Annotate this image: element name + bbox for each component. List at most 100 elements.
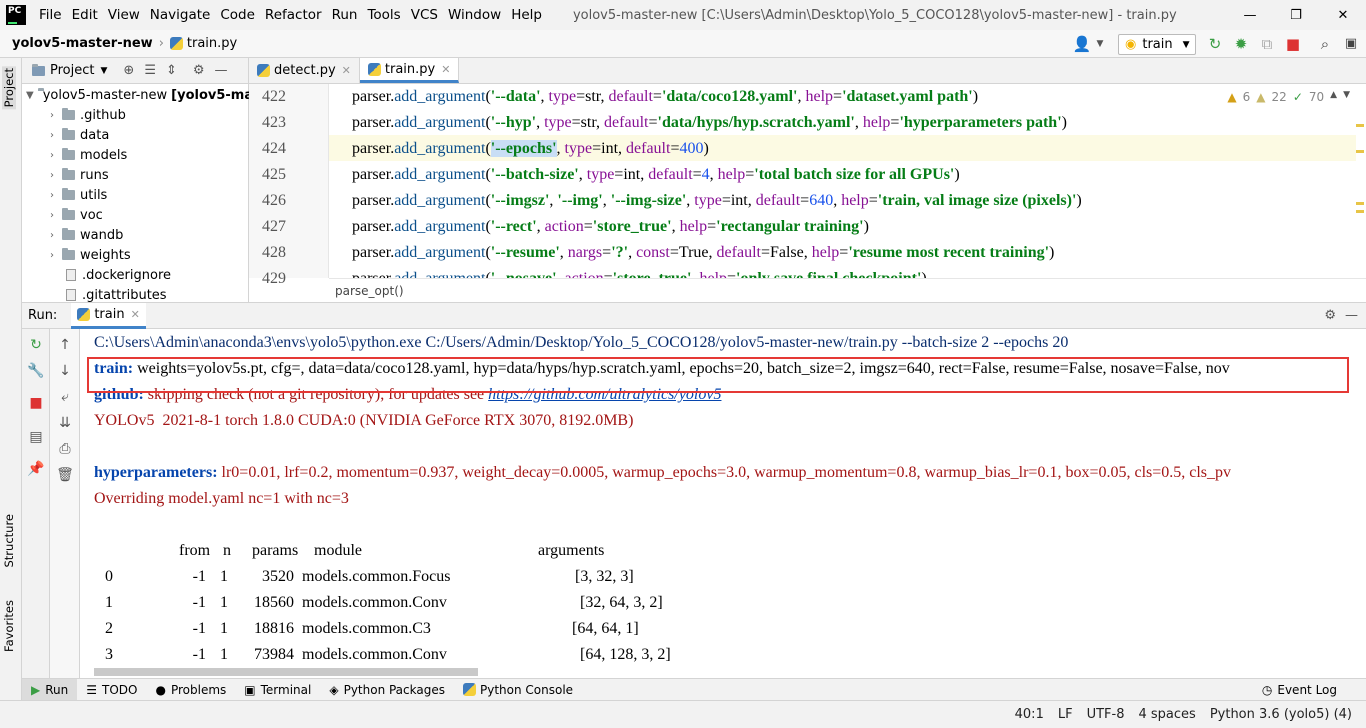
- scroll-to-end-icon[interactable]: ⇊: [50, 415, 80, 431]
- tree-item-voc[interactable]: › voc: [22, 205, 248, 225]
- menu-vcs[interactable]: VCS: [406, 0, 443, 30]
- tab-event-log[interactable]: ◷ Event Log: [1253, 679, 1346, 701]
- menu-view[interactable]: View: [103, 0, 145, 30]
- tree-item-weights[interactable]: › weights: [22, 245, 248, 265]
- line-number[interactable]: 425: [249, 166, 299, 184]
- minimize-icon[interactable]: —: [1227, 0, 1273, 30]
- close-icon[interactable]: ✕: [131, 308, 140, 321]
- trash-icon[interactable]: 🗑: [50, 467, 80, 483]
- code-line[interactable]: parser.add_argument('--rect', action='st…: [352, 218, 869, 236]
- tree-item-dockerignore[interactable]: .dockerignore: [22, 265, 248, 285]
- tree-item-models[interactable]: › models: [22, 145, 248, 165]
- rerun-icon[interactable]: ↻: [22, 337, 50, 353]
- menu-navigate[interactable]: Navigate: [145, 0, 216, 30]
- line-separator[interactable]: LF: [1058, 707, 1073, 722]
- tab-train-py[interactable]: train.py ✕: [359, 58, 460, 83]
- user-icon[interactable]: 👤: [1072, 34, 1092, 54]
- line-number[interactable]: 422: [249, 88, 299, 106]
- menu-refactor[interactable]: Refactor: [260, 0, 327, 30]
- favorites-tool-tab[interactable]: Favorites: [2, 600, 16, 652]
- restore-icon[interactable]: ❐: [1273, 0, 1319, 30]
- menu-help[interactable]: Help: [506, 0, 547, 30]
- tree-item-wandb[interactable]: › wandb: [22, 225, 248, 245]
- line-number[interactable]: 428: [249, 244, 299, 262]
- line-number[interactable]: 424: [249, 140, 299, 158]
- code-line[interactable]: parser.add_argument('--imgsz', '--img', …: [352, 192, 1082, 210]
- tab-run[interactable]: ▶ Run: [22, 678, 78, 701]
- code-line[interactable]: parser.add_argument('--resume', nargs='?…: [352, 244, 1054, 262]
- line-number[interactable]: 426: [249, 192, 299, 210]
- menu-file[interactable]: File: [34, 0, 67, 30]
- print-icon[interactable]: ⎙: [50, 441, 80, 457]
- stop-icon[interactable]: ■: [22, 395, 50, 411]
- gear-icon[interactable]: ⚙: [193, 63, 205, 78]
- menu-window[interactable]: Window: [443, 0, 506, 30]
- project-tool-tab[interactable]: Project: [2, 66, 16, 110]
- coverage-icon[interactable]: ⧉: [1257, 34, 1277, 54]
- line-number[interactable]: 427: [249, 218, 299, 236]
- hide-icon[interactable]: —: [1345, 308, 1358, 323]
- tab-detect-py[interactable]: detect.py ✕: [249, 58, 360, 83]
- tree-item-data[interactable]: › data: [22, 125, 248, 145]
- file-encoding[interactable]: UTF-8: [1087, 707, 1125, 722]
- menu-edit[interactable]: Edit: [67, 0, 103, 30]
- code-token: '--rect': [490, 218, 537, 235]
- hide-icon[interactable]: —: [215, 63, 228, 78]
- tree-item-github[interactable]: › .github: [22, 105, 248, 125]
- rerun-icon[interactable]: ↻: [1205, 34, 1225, 54]
- stop-icon[interactable]: ■: [1283, 34, 1303, 54]
- chevron-down-icon[interactable]: ▼: [100, 66, 107, 76]
- code-token: help: [805, 88, 834, 105]
- function-breadcrumb[interactable]: parse_opt(): [335, 284, 404, 298]
- soft-wrap-icon[interactable]: ⤶: [50, 389, 80, 405]
- code-editor: detect.py ✕ train.py ✕ 422 423 424 425 426 427 4…: [249, 58, 1366, 302]
- locate-icon[interactable]: ⊕: [123, 63, 134, 78]
- wrench-icon[interactable]: 🔧: [22, 363, 50, 379]
- debug-icon[interactable]: ✹: [1231, 34, 1251, 54]
- menu-code[interactable]: Code: [215, 0, 260, 30]
- layout-icon[interactable]: ▤: [22, 429, 50, 445]
- close-icon[interactable]: ✕: [342, 64, 351, 77]
- code-line[interactable]: parser.add_argument('--data', type=str, …: [352, 88, 978, 106]
- pycharm-logo-icon[interactable]: PC: [6, 5, 26, 25]
- menu-tools[interactable]: Tools: [362, 0, 405, 30]
- search-icon[interactable]: ⌕: [1315, 34, 1335, 54]
- tab-todo[interactable]: ☰ TODO: [77, 679, 146, 701]
- expand-icon[interactable]: ⇕: [166, 63, 177, 78]
- code-line[interactable]: parser.add_argument('--batch-size', type…: [352, 166, 960, 184]
- breadcrumb-project[interactable]: yolov5-master-new: [0, 36, 153, 51]
- python-interpreter[interactable]: Python 3.6 (yolo5) (4): [1210, 707, 1352, 722]
- line-number[interactable]: 429: [249, 270, 299, 288]
- gear-icon[interactable]: ⚙: [1324, 308, 1336, 323]
- user-dropdown-icon[interactable]: ▼: [1090, 34, 1110, 54]
- collapse-all-icon[interactable]: ☰: [144, 63, 156, 78]
- inspection-widget[interactable]: ▲ 6 ▲ 22 ✓ 70 ▲ ▼: [1227, 90, 1350, 104]
- chevron-down-icon[interactable]: ▼: [1343, 90, 1350, 104]
- tab-python-packages[interactable]: ◈ Python Packages: [320, 679, 454, 701]
- arrow-down-icon[interactable]: ↓: [50, 363, 80, 379]
- tab-problems[interactable]: ● Problems: [146, 679, 235, 701]
- close-icon[interactable]: ✕: [1320, 0, 1366, 30]
- tree-item-utils[interactable]: › utils: [22, 185, 248, 205]
- tree-item-runs[interactable]: › runs: [22, 165, 248, 185]
- arrow-up-icon[interactable]: ↑: [50, 337, 80, 353]
- code-with-me-icon[interactable]: ▣: [1341, 34, 1361, 54]
- tree-root[interactable]: ▼ yolov5-master-new [yolov5-ma: [22, 85, 253, 105]
- menu-run[interactable]: Run: [327, 0, 363, 30]
- chevron-up-icon[interactable]: ▲: [1330, 90, 1337, 104]
- caret-position[interactable]: 40:1: [1015, 707, 1044, 722]
- tab-python-console[interactable]: Python Console: [454, 679, 582, 701]
- indent-setting[interactable]: 4 spaces: [1138, 707, 1195, 722]
- structure-tool-tab[interactable]: Structure: [2, 514, 16, 568]
- close-icon[interactable]: ✕: [441, 63, 450, 76]
- run-configuration-select[interactable]: ◉ train ▼: [1118, 34, 1196, 55]
- project-pane-title[interactable]: Project: [50, 63, 94, 78]
- code-line[interactable]: parser.add_argument('--epochs', type=int…: [352, 140, 709, 158]
- line-number[interactable]: 423: [249, 114, 299, 132]
- run-tab-train[interactable]: train ✕: [71, 302, 146, 329]
- pin-icon[interactable]: 📌: [22, 461, 50, 477]
- breadcrumb-file[interactable]: train.py: [187, 36, 237, 51]
- horizontal-scrollbar[interactable]: [94, 668, 478, 676]
- code-line[interactable]: parser.add_argument('--hyp', type=str, d…: [352, 114, 1067, 132]
- tab-terminal[interactable]: ▣ Terminal: [235, 679, 320, 701]
